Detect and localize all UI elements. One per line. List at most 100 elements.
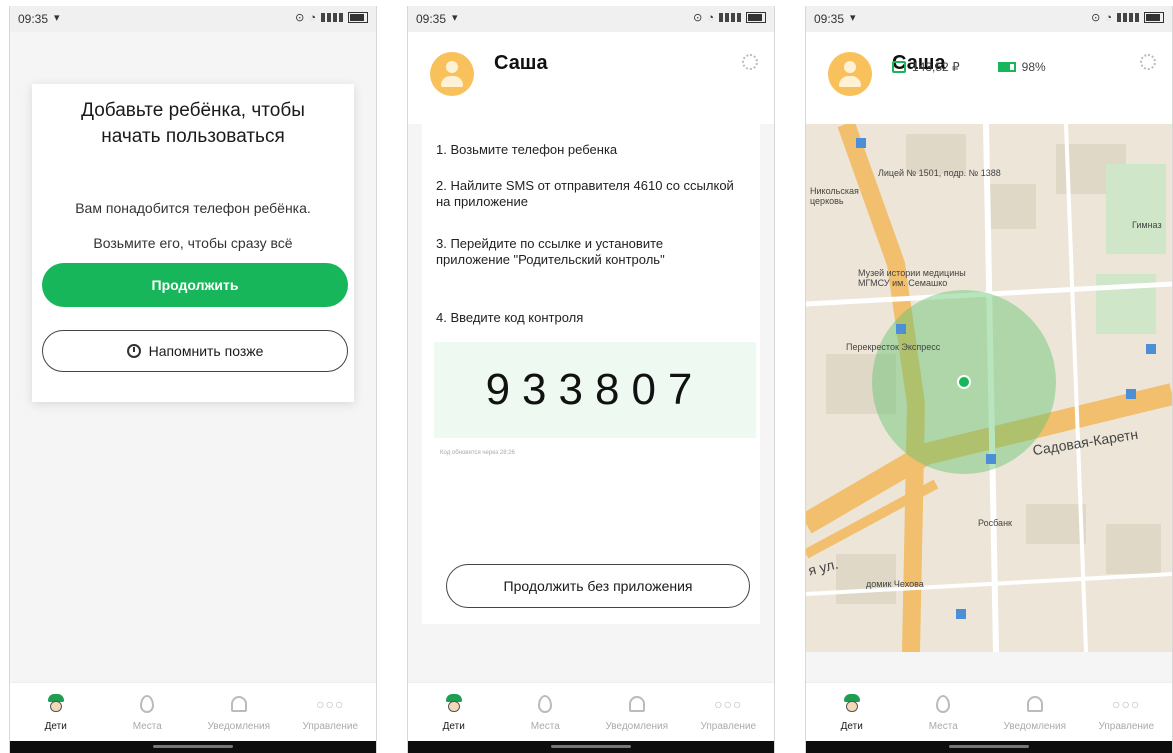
tab-label: Места xyxy=(530,720,560,732)
tab-children[interactable]: Дети xyxy=(807,693,897,732)
tab-management[interactable]: ○○○ Управление xyxy=(285,693,375,732)
status-bar: 09:35 ▾ ⊙ ◔ xyxy=(806,6,1172,32)
notification-icon: ▾ xyxy=(452,12,458,24)
control-code-box: 933807 xyxy=(434,342,756,438)
map-label-school: Лицей № 1501, подр. № 1388 xyxy=(878,168,1001,178)
control-code: 933807 xyxy=(485,365,705,414)
remind-later-label: Напомнить позже xyxy=(148,343,264,359)
tab-label: Уведомления xyxy=(605,720,669,732)
child-info-row: 143,52 ₽ 98% xyxy=(892,60,1046,74)
wifi-icon: ◔ xyxy=(309,11,316,24)
phone-screen-connect: 09:35 ▾ ⊙ ◔ Саша 1. Возьмите телефон реб… xyxy=(407,6,775,753)
phone-screen-map: 09:35 ▾ ⊙ ◔ Саша 143,52 ₽ 98% Лицей № 15… xyxy=(805,6,1173,753)
balance-value: 143,52 ₽ xyxy=(912,60,960,74)
tab-label: Управление xyxy=(302,720,359,732)
tab-label: Уведомления xyxy=(207,720,271,732)
status-time: 09:35 xyxy=(18,12,49,26)
bell-icon xyxy=(1026,695,1043,712)
status-icons: ⊙ ◔ xyxy=(295,11,368,24)
battery-value: 98% xyxy=(1021,60,1046,74)
balance-item[interactable]: 143,52 ₽ xyxy=(892,60,960,74)
dots-icon: ○○○ xyxy=(714,695,743,712)
continue-without-app-button[interactable]: Продолжить без приложения xyxy=(446,564,750,608)
wifi-icon: ◔ xyxy=(707,11,714,24)
signal-icon xyxy=(1117,13,1139,22)
tab-places[interactable]: Места xyxy=(500,693,590,732)
home-indicator[interactable] xyxy=(408,741,774,753)
wallet-icon xyxy=(892,61,906,73)
tab-children[interactable]: Дети xyxy=(409,693,499,732)
battery-status-icon xyxy=(746,12,766,23)
gear-icon[interactable] xyxy=(742,54,758,70)
dots-icon: ○○○ xyxy=(1112,695,1141,712)
child-header: Саша xyxy=(806,32,1172,124)
tab-label: Места xyxy=(132,720,162,732)
step-1: 1. Возьмите телефон ребенка xyxy=(436,142,618,157)
signal-icon xyxy=(719,13,741,22)
remind-later-button[interactable]: Напомнить позже xyxy=(42,330,348,372)
alarm-status-icon: ⊙ xyxy=(1091,12,1101,24)
home-indicator[interactable] xyxy=(10,741,376,753)
instructions-card: 1. Возьмите телефон ребенка 2. Найлите S… xyxy=(422,124,760,624)
tab-management[interactable]: ○○○ Управление xyxy=(1081,693,1171,732)
status-bar: 09:35 ▾ ⊙ ◔ xyxy=(408,6,774,32)
battery-status-icon xyxy=(348,12,368,23)
signal-icon xyxy=(321,13,343,22)
tab-label: Управление xyxy=(1098,720,1155,732)
bell-icon xyxy=(628,695,645,712)
kid-icon xyxy=(45,693,67,715)
dots-icon: ○○○ xyxy=(316,695,345,712)
map-label-store: Перекресток Экспресс xyxy=(846,342,941,352)
gear-icon[interactable] xyxy=(1140,54,1156,70)
bell-icon xyxy=(230,695,247,712)
bottom-tab-bar: Дети Места Уведомления ○○○ Управление xyxy=(408,682,774,741)
tab-management[interactable]: ○○○ Управление xyxy=(683,693,773,732)
description-text: Вам понадобится телефон ребёнка. xyxy=(75,200,311,216)
map-label-church: Никольская церковь xyxy=(810,186,859,206)
alarm-clock-icon xyxy=(126,344,141,358)
pin-icon xyxy=(538,694,553,713)
add-child-card: Добавьте ребёнка, чтобы начать пользоват… xyxy=(32,84,354,402)
tab-children[interactable]: Дети xyxy=(11,693,101,732)
tab-label: Дети xyxy=(442,720,465,732)
map-label-house: домик Чехова xyxy=(866,579,924,589)
home-indicator[interactable] xyxy=(806,741,1172,753)
tab-notifications[interactable]: Уведомления xyxy=(990,693,1080,732)
wifi-icon: ◔ xyxy=(1105,11,1112,24)
tab-label: Уведомления xyxy=(1003,720,1067,732)
child-name: Саша xyxy=(494,52,548,74)
map-label-museum: Музей истории медицины МГМСУ им. Семашко xyxy=(858,268,966,288)
step-4: 4. Введите код контроля xyxy=(436,310,584,325)
map-label-gym: Гимназ xyxy=(1132,220,1162,230)
tab-label: Места xyxy=(928,720,958,732)
map-label-bank: Росбанк xyxy=(978,518,1012,528)
kid-icon xyxy=(443,693,465,715)
phone-screen-add-child: 09:35 ▾ ⊙ ◔ Добавьте ребёнка, чтобы нача… xyxy=(9,6,377,753)
tab-places[interactable]: Места xyxy=(898,693,988,732)
status-icons: ⊙ ◔ xyxy=(1091,11,1164,24)
step-2: 2. Найлите SMS от отправителя 4610 со сс… xyxy=(436,178,734,209)
continue-button[interactable]: Продолжить xyxy=(42,263,348,307)
map-view[interactable]: Лицей № 1501, подр. № 1388 Музей истории… xyxy=(806,124,1172,652)
avatar[interactable] xyxy=(828,52,872,96)
page-title: Добавьте ребёнка, чтобы начать пользоват… xyxy=(81,100,305,147)
tab-label: Управление xyxy=(700,720,757,732)
battery-icon xyxy=(997,62,1016,72)
tab-notifications[interactable]: Уведомления xyxy=(194,693,284,732)
kid-icon xyxy=(841,693,863,715)
pin-icon xyxy=(936,694,951,713)
pin-icon xyxy=(140,694,155,713)
notification-icon: ▾ xyxy=(54,12,60,24)
status-time: 09:35 xyxy=(814,12,845,26)
child-header: Саша xyxy=(408,32,774,124)
tab-label: Дети xyxy=(840,720,863,732)
avatar[interactable] xyxy=(430,52,474,96)
status-time: 09:35 xyxy=(416,12,447,26)
tab-notifications[interactable]: Уведомления xyxy=(592,693,682,732)
bottom-tab-bar: Дети Места Уведомления ○○○ Управление xyxy=(10,682,376,741)
battery-item: 98% xyxy=(997,60,1046,74)
child-location-marker[interactable] xyxy=(957,375,971,389)
status-bar: 09:35 ▾ ⊙ ◔ xyxy=(10,6,376,32)
tab-label: Дети xyxy=(44,720,67,732)
tab-places[interactable]: Места xyxy=(102,693,192,732)
